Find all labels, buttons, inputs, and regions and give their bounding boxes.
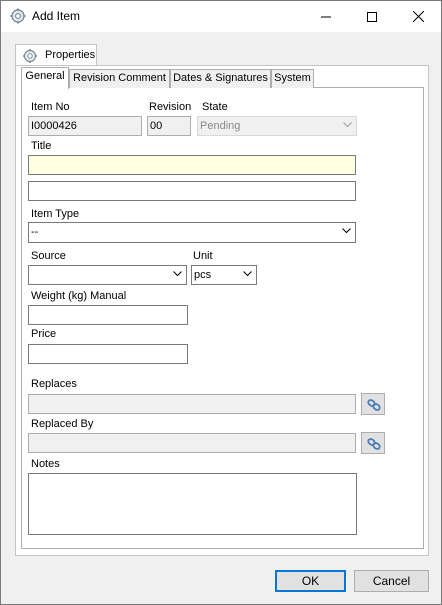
state-label: State: [202, 101, 228, 113]
item-no-label: Item No: [31, 101, 70, 113]
unit-value: pcs: [194, 269, 212, 281]
replaced-by-lookup-button[interactable]: [361, 432, 385, 454]
ok-button[interactable]: OK: [275, 570, 346, 592]
cancel-button[interactable]: Cancel: [354, 570, 429, 592]
weight-input[interactable]: [28, 305, 188, 325]
app-gear-icon: [10, 8, 26, 24]
chevron-down-icon: [243, 271, 252, 277]
replaces-lookup-button[interactable]: [361, 393, 385, 415]
close-icon: [412, 11, 424, 22]
item-type-label: Item Type: [31, 208, 80, 220]
weight-label: Weight (kg) Manual: [31, 290, 127, 302]
tab-revision-comment[interactable]: Revision Comment: [69, 69, 170, 88]
title-bar[interactable]: Add Item: [1, 1, 441, 32]
revision-label: Revision: [149, 101, 192, 113]
chevron-down-icon: [342, 228, 351, 234]
maximize-button[interactable]: [349, 1, 395, 32]
source-combo[interactable]: [28, 265, 187, 285]
unit-combo[interactable]: pcs: [191, 265, 257, 285]
state-value: Pending: [200, 120, 241, 132]
title-label: Title: [31, 140, 52, 152]
title-input[interactable]: [28, 155, 356, 175]
title-secondary-input[interactable]: [28, 181, 356, 201]
tab-properties[interactable]: Properties: [15, 44, 97, 66]
add-item-window: Add Item Properties General Revision Com…: [0, 0, 442, 605]
window-title: Add Item: [32, 9, 81, 23]
replaced-by-label: Replaced By: [31, 418, 94, 430]
tab-system[interactable]: System: [271, 69, 314, 88]
chevron-down-icon: [343, 122, 352, 128]
minimize-icon: [321, 16, 331, 17]
replaces-label: Replaces: [31, 378, 77, 390]
tab-dates-signatures[interactable]: Dates & Signatures: [170, 69, 271, 88]
tab-general[interactable]: General: [21, 67, 69, 89]
maximize-icon: [367, 11, 377, 22]
notes-label: Notes: [31, 458, 60, 470]
link-icon: [367, 399, 381, 411]
state-combo[interactable]: Pending: [197, 116, 357, 136]
link-icon: [367, 438, 381, 450]
unit-label: Unit: [193, 250, 213, 262]
item-type-combo[interactable]: --: [28, 222, 356, 243]
notes-textarea[interactable]: [28, 473, 357, 535]
tab-properties-label: Properties: [45, 49, 96, 61]
item-no-field[interactable]: I0000426: [28, 116, 142, 136]
chevron-down-icon: [173, 271, 182, 277]
minimize-button[interactable]: [303, 1, 349, 32]
price-label: Price: [31, 328, 57, 340]
revision-field[interactable]: 00: [147, 116, 191, 136]
replaced-by-field[interactable]: [28, 433, 356, 453]
item-type-value: --: [31, 226, 39, 238]
replaces-field[interactable]: [28, 394, 356, 414]
price-input[interactable]: [28, 344, 188, 364]
close-button[interactable]: [395, 1, 441, 32]
source-label: Source: [31, 250, 66, 262]
properties-gear-icon: [23, 49, 37, 63]
